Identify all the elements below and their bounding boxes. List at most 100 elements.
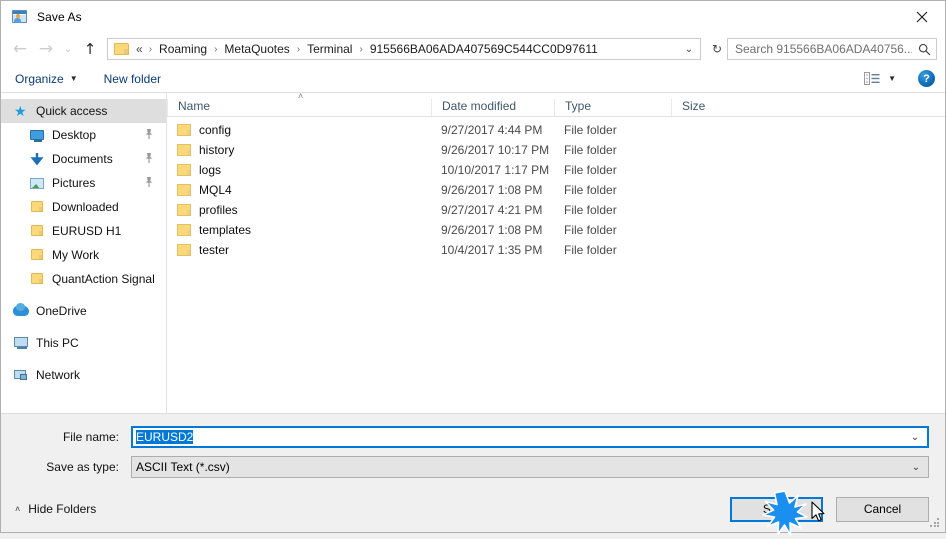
table-row[interactable]: config 9/27/2017 4:44 PM File folder: [167, 120, 945, 140]
chevron-down-icon: ▼: [888, 74, 896, 83]
file-date-cell: 9/26/2017 1:08 PM: [441, 223, 543, 237]
chevron-down-icon[interactable]: ⌄: [903, 428, 927, 446]
sidebar-item-quantaction-signal[interactable]: QuantAction Signal: [1, 267, 166, 291]
table-row[interactable]: history 9/26/2017 10:17 PM File folder: [167, 140, 945, 160]
file-name-label: logs: [199, 163, 222, 177]
sidebar-item-this-pc[interactable]: This PC: [1, 331, 166, 355]
folder-icon: [177, 204, 191, 216]
folder-icon: [29, 247, 45, 263]
file-rows: config 9/27/2017 4:44 PM File folder his…: [167, 117, 945, 413]
save-button[interactable]: Save: [730, 496, 823, 522]
sidebar-item-label: QuantAction Signal: [52, 272, 155, 286]
cancel-button[interactable]: Cancel: [836, 496, 929, 522]
search-placeholder: Search 915566BA06ADA40756...: [735, 42, 912, 56]
onedrive-icon: [13, 303, 29, 319]
refresh-icon[interactable]: ↻: [707, 39, 727, 59]
folder-icon: [29, 199, 45, 215]
breadcrumb-item-instance[interactable]: 915566BA06ADA407569C544CC0D97611: [368, 41, 600, 57]
breadcrumb-item-terminal[interactable]: Terminal: [305, 41, 354, 57]
column-header-row: ˄ Name Date modified Type Size: [167, 92, 945, 117]
pin-icon[interactable]: [144, 176, 154, 188]
help-button[interactable]: ?: [918, 70, 935, 87]
save-as-type-select[interactable]: ASCII Text (*.csv) ⌄: [131, 456, 929, 478]
save-as-type-row: Save as type: ASCII Text (*.csv) ⌄: [17, 456, 929, 478]
table-row[interactable]: templates 9/26/2017 1:08 PM File folder: [167, 220, 945, 240]
file-date-cell: 9/26/2017 10:17 PM: [441, 143, 550, 157]
pin-icon[interactable]: [144, 152, 154, 164]
sidebar-item-label: OneDrive: [36, 304, 87, 318]
search-icon: [912, 43, 936, 56]
file-name-label: profiles: [199, 203, 238, 217]
organize-button[interactable]: Organize ▼: [15, 72, 78, 86]
view-options-button[interactable]: ▼: [864, 72, 896, 85]
chevron-up-icon: ˄: [15, 504, 21, 514]
file-name-cell: tester: [167, 243, 431, 257]
folder-icon: [29, 223, 45, 239]
table-row[interactable]: MQL4 9/26/2017 1:08 PM File folder: [167, 180, 945, 200]
up-button[interactable]: ↑: [77, 37, 103, 61]
sidebar-item-pictures[interactable]: Pictures: [1, 171, 166, 195]
file-date-cell: 9/26/2017 1:08 PM: [441, 183, 543, 197]
folder-icon: [177, 164, 191, 176]
close-icon[interactable]: [899, 1, 945, 32]
column-header-size[interactable]: Size: [671, 99, 753, 116]
forward-icon: →: [38, 38, 54, 59]
new-folder-label: New folder: [103, 71, 161, 86]
sidebar-item-network[interactable]: Network: [1, 363, 166, 387]
sidebar-item-onedrive[interactable]: OneDrive: [1, 299, 166, 323]
file-list-pane: ˄ Name Date modified Type Size config 9/…: [167, 92, 945, 413]
file-name-cell: profiles: [167, 203, 431, 217]
breadcrumb-item-metaquotes[interactable]: MetaQuotes: [222, 41, 291, 57]
recent-locations-button[interactable]: ⌄: [59, 37, 77, 61]
sidebar-item-my-work[interactable]: My Work: [1, 243, 166, 267]
chevron-down-icon[interactable]: ⌄: [904, 457, 928, 477]
forward-button[interactable]: →: [33, 37, 59, 61]
sidebar-item-quick-access[interactable]: ★ Quick access: [1, 99, 166, 123]
star-icon: ★: [14, 103, 27, 119]
file-name-cell: templates: [167, 223, 431, 237]
address-bar[interactable]: « › Roaming › MetaQuotes › Terminal › 91…: [107, 38, 701, 60]
sidebar-item-documents[interactable]: Documents: [1, 147, 166, 171]
resize-grip[interactable]: [930, 518, 941, 529]
sidebar-item-downloaded[interactable]: Downloaded: [1, 195, 166, 219]
sidebar-item-label: Desktop: [52, 128, 97, 142]
documents-icon: [29, 151, 45, 167]
file-name-label: tester: [199, 243, 230, 257]
sidebar-item-label: Network: [36, 368, 81, 382]
address-dropdown-icon[interactable]: ⌄: [678, 39, 700, 59]
navigation-pane: ★ Quick access Desktop Documents Picture…: [1, 93, 167, 413]
file-type-cell: File folder: [564, 143, 617, 157]
table-row[interactable]: logs 10/10/2017 1:17 PM File folder: [167, 160, 945, 180]
breadcrumb-item-roaming[interactable]: Roaming: [157, 41, 209, 57]
file-date-cell: 10/4/2017 1:35 PM: [441, 243, 543, 257]
breadcrumb-separator: ›: [359, 43, 363, 55]
back-button[interactable]: ←: [7, 37, 33, 61]
pin-icon[interactable]: [144, 128, 154, 140]
search-input[interactable]: Search 915566BA06ADA40756...: [727, 38, 937, 60]
column-header-date-modified[interactable]: Date modified: [431, 99, 554, 116]
column-header-type[interactable]: Type: [554, 99, 671, 116]
sidebar-item-label: My Work: [52, 248, 100, 262]
desktop-icon: [29, 127, 45, 143]
sidebar-item-eurusd-h1[interactable]: EURUSD H1: [1, 219, 166, 243]
save-form: File name: EURUSD2 ⌄ Save as type: ASCII…: [1, 413, 945, 486]
file-name-value: EURUSD2: [133, 430, 903, 444]
new-folder-button[interactable]: New folder: [104, 72, 161, 86]
hide-folders-button[interactable]: ˄ Hide Folders: [15, 502, 96, 516]
table-row[interactable]: tester 10/4/2017 1:35 PM File folder: [167, 240, 945, 260]
sidebar-item-label: Quick access: [36, 104, 108, 118]
command-toolbar: Organize ▼ New folder ▼ ?: [1, 65, 945, 93]
help-label: ?: [923, 72, 930, 85]
file-name-cell: config: [167, 123, 431, 137]
file-name-cell: MQL4: [167, 183, 431, 197]
file-name-cell: logs: [167, 163, 431, 177]
table-row[interactable]: profiles 9/27/2017 4:21 PM File folder: [167, 200, 945, 220]
file-name-cell: history: [167, 143, 431, 157]
breadcrumb-overflow[interactable]: «: [134, 41, 144, 57]
column-header-name[interactable]: Name: [167, 99, 431, 116]
sidebar-item-label: Pictures: [52, 176, 96, 190]
file-name-label: templates: [199, 223, 252, 237]
file-name-label: MQL4: [199, 183, 232, 197]
file-name-input[interactable]: EURUSD2 ⌄: [131, 426, 929, 448]
sidebar-item-desktop[interactable]: Desktop: [1, 123, 166, 147]
